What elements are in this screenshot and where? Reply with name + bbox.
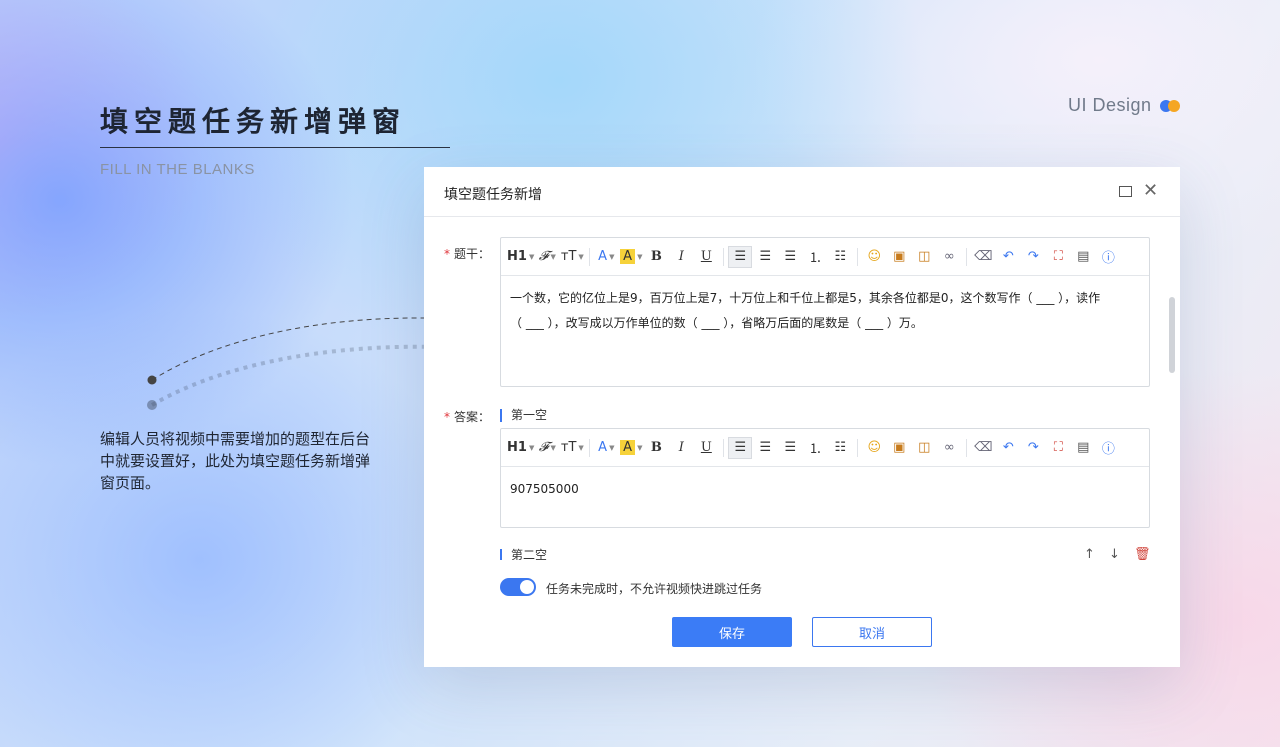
emoji-icon[interactable]: ☺ bbox=[862, 437, 886, 459]
fullscreen-icon[interactable]: ⛶ bbox=[1046, 246, 1070, 268]
paste-icon[interactable]: ▤ bbox=[1071, 437, 1095, 459]
underline-button[interactable]: U bbox=[694, 437, 718, 459]
skip-restriction-label: 任务未完成时，不允许视频快进跳过任务 bbox=[546, 582, 763, 596]
link-icon[interactable]: ∞ bbox=[937, 437, 961, 459]
fullscreen-icon[interactable]: ⛶ bbox=[1046, 437, 1070, 459]
image-icon[interactable]: ▣ bbox=[887, 437, 911, 459]
emoji-icon[interactable]: ☺ bbox=[862, 246, 886, 268]
eraser-icon[interactable]: ⌫ bbox=[971, 246, 995, 268]
stem-editor-content[interactable]: 一个数，它的亿位上是9，百万位上是7，十万位上和千位上都是5，其余各位都是0，这… bbox=[501, 276, 1149, 346]
toolbar-divider bbox=[723, 438, 725, 457]
stem-text-line: （ ___ ），改写成以万作单位的数（ ___ ），省略万后面的尾数是（ ___… bbox=[510, 316, 923, 330]
highlight-button[interactable]: A ▼ bbox=[619, 246, 643, 268]
unordered-list-icon[interactable]: ☷ bbox=[828, 246, 852, 268]
toggle-knob bbox=[520, 580, 534, 594]
paste-icon[interactable]: ▤ bbox=[1071, 246, 1095, 268]
align-left-icon[interactable]: ☰ bbox=[728, 245, 753, 268]
modal-header: 填空题任务新增 ✕ bbox=[424, 167, 1180, 217]
font-family-button[interactable]: 𝓕 ▼ bbox=[535, 246, 559, 268]
page-description: 编辑人员将视频中需要增加的题型在后台中就要设置好，此处为填空题任务新增弹窗页面。 bbox=[100, 430, 371, 492]
blank1-editor[interactable]: H1 ▼ 𝓕 ▼ ᴛT ▼ A ▼ A ▼ B I U ☰ ☰ ☰ ⒈ ☷ ☺ ▣ ◫ ∞… bbox=[500, 428, 1150, 528]
font-color-button[interactable]: A ▼ bbox=[594, 246, 618, 268]
toolbar-divider bbox=[589, 247, 591, 266]
stem-label: * 题干： bbox=[444, 247, 491, 261]
italic-button[interactable]: I bbox=[669, 246, 693, 268]
blank1-editor-toolbar: H1 ▼ 𝓕 ▼ ᴛT ▼ A ▼ A ▼ B I U ☰ ☰ ☰ ⒈ ☷ ☺ ▣ ◫ ∞… bbox=[501, 429, 1149, 467]
font-family-button[interactable]: 𝓕 ▼ bbox=[535, 437, 559, 459]
heading-button[interactable]: H1 ▼ bbox=[507, 437, 534, 459]
close-icon[interactable]: ✕ bbox=[1143, 181, 1158, 201]
undo-icon[interactable]: ↶ bbox=[996, 437, 1020, 459]
blank2-row: 第二空 ↑ ↓ 🗑 bbox=[500, 547, 1160, 560]
align-center-icon[interactable]: ☰ bbox=[753, 437, 777, 459]
heading-button[interactable]: H1 ▼ bbox=[507, 246, 534, 268]
skip-restriction-toggle[interactable] bbox=[500, 578, 536, 596]
italic-button[interactable]: I bbox=[669, 437, 693, 459]
required-mark: * bbox=[444, 410, 450, 424]
redo-icon[interactable]: ↷ bbox=[1021, 246, 1045, 268]
blank1-editor-content[interactable]: 907505000 bbox=[501, 467, 1149, 512]
toolbar-divider bbox=[966, 247, 968, 266]
delete-icon[interactable]: 🗑 bbox=[1134, 547, 1151, 560]
align-left-icon[interactable]: ☰ bbox=[728, 436, 753, 459]
scrollbar[interactable] bbox=[1169, 297, 1175, 373]
ordered-list-icon[interactable]: ⒈ bbox=[803, 246, 827, 268]
align-right-icon[interactable]: ☰ bbox=[778, 246, 802, 268]
toolbar-divider bbox=[966, 438, 968, 457]
highlight-button[interactable]: A ▼ bbox=[619, 437, 643, 459]
answer-label: * 答案： bbox=[444, 410, 491, 424]
blank2-label: 第二空 bbox=[500, 549, 547, 560]
help-icon[interactable]: ⓘ bbox=[1096, 437, 1120, 459]
help-icon[interactable]: ⓘ bbox=[1096, 246, 1120, 268]
stem-text-line: 一个数，它的亿位上是9，百万位上是7，十万位上和千位上都是5，其余各位都是0，这… bbox=[510, 291, 1101, 305]
stem-editor-toolbar: H1 ▼ 𝓕 ▼ ᴛT ▼ A ▼ A ▼ B I U ☰ ☰ ☰ ⒈ ☷ ☺ ▣ ◫ ∞… bbox=[501, 238, 1149, 276]
underline-button[interactable]: U bbox=[694, 246, 718, 268]
eraser-icon[interactable]: ⌫ bbox=[971, 437, 995, 459]
required-mark: * bbox=[444, 247, 450, 261]
toolbar-divider bbox=[857, 438, 859, 457]
save-button[interactable]: 保存 bbox=[672, 617, 792, 647]
blank1-answer-value: 907505000 bbox=[510, 482, 579, 496]
redo-icon[interactable]: ↷ bbox=[1021, 437, 1045, 459]
move-down-icon[interactable]: ↓ bbox=[1109, 547, 1120, 560]
bold-button[interactable]: B bbox=[644, 437, 668, 459]
toolbar-divider bbox=[589, 438, 591, 457]
fill-blank-modal: 填空题任务新增 ✕ * 题干： H1 ▼ 𝓕 ▼ ᴛT ▼ A ▼ A ▼ B I U ☰ … bbox=[424, 167, 1180, 667]
code-icon[interactable]: ◫ bbox=[912, 246, 936, 268]
stem-editor[interactable]: H1 ▼ 𝓕 ▼ ᴛT ▼ A ▼ A ▼ B I U ☰ ☰ ☰ ⒈ ☷ ☺ ▣ ◫ ∞… bbox=[500, 237, 1150, 387]
blank1-label: 第一空 bbox=[500, 409, 547, 422]
ordered-list-icon[interactable]: ⒈ bbox=[803, 437, 827, 459]
font-size-button[interactable]: ᴛT ▼ bbox=[560, 437, 584, 459]
link-icon[interactable]: ∞ bbox=[937, 246, 961, 268]
bold-button[interactable]: B bbox=[644, 246, 668, 268]
font-color-button[interactable]: A ▼ bbox=[594, 437, 618, 459]
unordered-list-icon[interactable]: ☷ bbox=[828, 437, 852, 459]
image-icon[interactable]: ▣ bbox=[887, 246, 911, 268]
font-size-button[interactable]: ᴛT ▼ bbox=[560, 246, 584, 268]
cancel-button[interactable]: 取消 bbox=[812, 617, 932, 647]
align-center-icon[interactable]: ☰ bbox=[753, 246, 777, 268]
toolbar-divider bbox=[723, 247, 725, 266]
modal-title: 填空题任务新增 bbox=[444, 187, 542, 203]
maximize-icon[interactable] bbox=[1119, 186, 1132, 197]
move-up-icon[interactable]: ↑ bbox=[1084, 547, 1095, 560]
code-icon[interactable]: ◫ bbox=[912, 437, 936, 459]
toolbar-divider bbox=[857, 247, 859, 266]
align-right-icon[interactable]: ☰ bbox=[778, 437, 802, 459]
undo-icon[interactable]: ↶ bbox=[996, 246, 1020, 268]
